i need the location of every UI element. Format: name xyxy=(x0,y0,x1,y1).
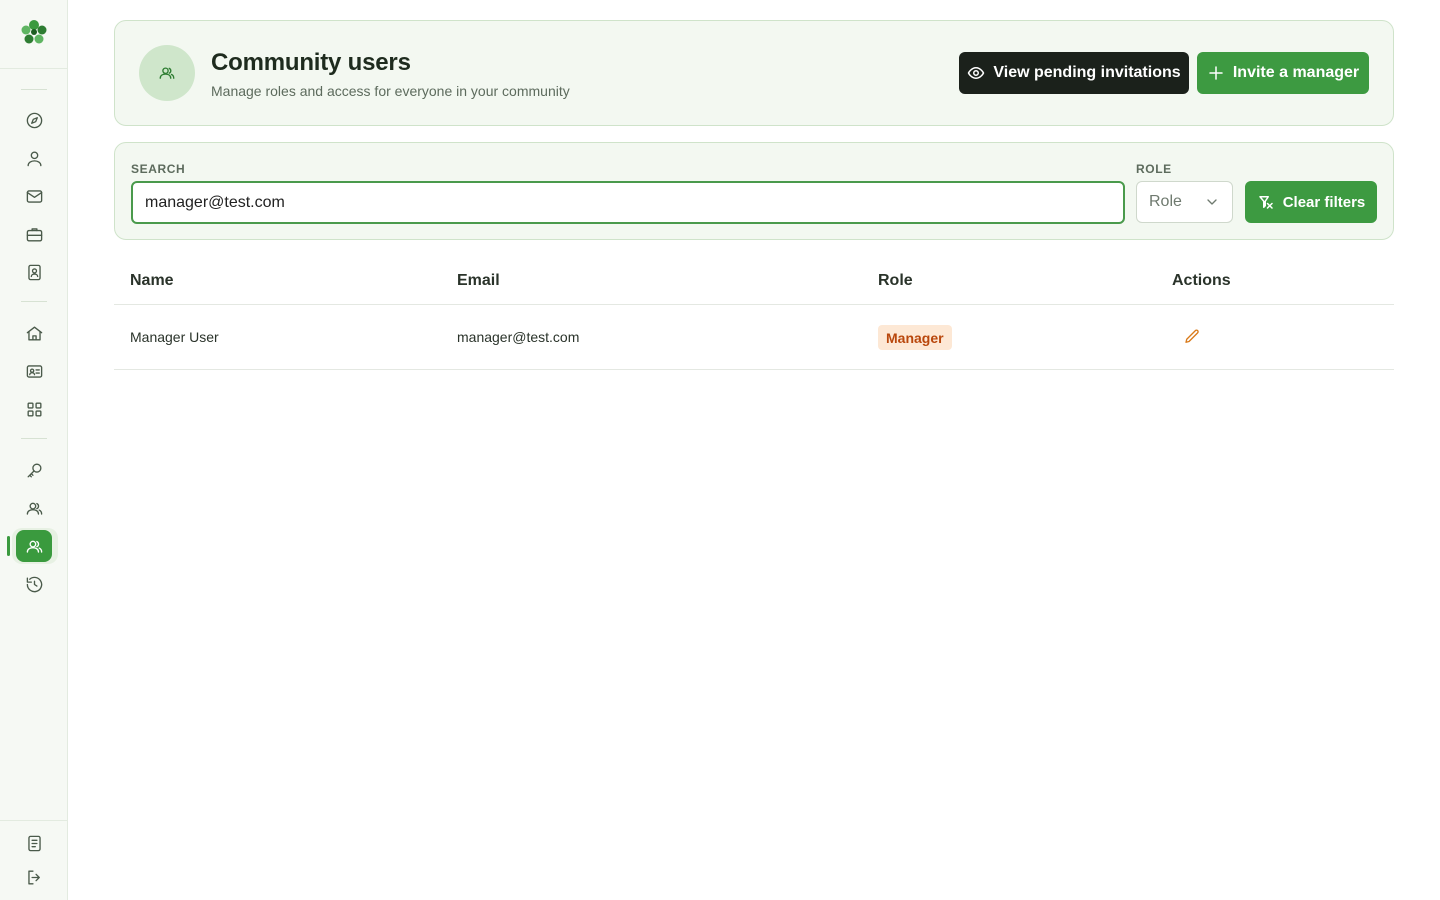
sidebar-divider xyxy=(0,820,67,821)
column-header-actions: Actions xyxy=(1172,272,1231,289)
view-pending-invitations-button[interactable]: View pending invitations xyxy=(959,52,1189,94)
user-email: manager@test.com xyxy=(457,329,580,345)
contacts-icon[interactable] xyxy=(16,256,52,288)
search-input[interactable] xyxy=(131,181,1125,224)
edit-user-button[interactable] xyxy=(1180,325,1204,349)
active-indicator-bar xyxy=(7,536,10,556)
sidebar-divider xyxy=(0,68,67,69)
app-logo[interactable] xyxy=(18,17,50,49)
logout-icon[interactable] xyxy=(16,861,52,893)
users-icon xyxy=(139,45,195,101)
sidebar xyxy=(0,0,68,900)
grid-icon[interactable] xyxy=(16,393,52,425)
page-subtitle: Manage roles and access for everyone in … xyxy=(211,83,570,99)
users-table: Name Email Role Actions Manager User man… xyxy=(114,256,1394,370)
column-header-role[interactable]: Role xyxy=(878,272,913,290)
mail-icon[interactable] xyxy=(16,180,52,212)
filter-off-icon xyxy=(1258,196,1273,209)
invite-manager-label: Invite a manager xyxy=(1232,64,1360,81)
chevron-down-icon xyxy=(1207,199,1217,205)
id-card-icon[interactable] xyxy=(16,355,52,387)
page-title: Community users xyxy=(211,49,411,76)
user-name: Manager User xyxy=(130,329,219,345)
briefcase-icon[interactable] xyxy=(16,218,52,250)
role-select[interactable]: Role xyxy=(1136,181,1233,223)
invite-manager-button[interactable]: Invite a manager xyxy=(1197,52,1369,94)
key-icon[interactable] xyxy=(16,454,52,486)
sidebar-divider xyxy=(21,89,47,90)
table-header-row: Name Email Role Actions xyxy=(114,256,1394,305)
clear-filters-button[interactable]: Clear filters xyxy=(1245,181,1377,223)
history-icon[interactable] xyxy=(16,568,52,600)
plus-icon xyxy=(1209,66,1223,80)
view-pending-invitations-label: View pending invitations xyxy=(993,64,1181,81)
table-row: Manager User manager@test.com Manager xyxy=(114,305,1394,370)
page-header: Community users Manage roles and access … xyxy=(114,20,1394,126)
column-header-name[interactable]: Name xyxy=(130,272,174,290)
user-icon[interactable] xyxy=(16,142,52,174)
eye-icon xyxy=(968,67,985,79)
community-users-icon[interactable] xyxy=(16,530,52,562)
role-select-value: Role xyxy=(1149,193,1182,210)
group-icon[interactable] xyxy=(16,492,52,524)
role-badge: Manager xyxy=(878,325,952,350)
document-icon[interactable] xyxy=(16,827,52,859)
search-label: SEARCH xyxy=(131,162,186,176)
edit-pencil-icon xyxy=(1185,329,1199,343)
filter-panel: SEARCH ROLE Role Clear filters xyxy=(114,142,1394,240)
clear-filters-label: Clear filters xyxy=(1282,193,1366,211)
sidebar-divider xyxy=(21,301,47,302)
column-header-email[interactable]: Email xyxy=(457,272,500,290)
compass-icon[interactable] xyxy=(16,104,52,136)
role-label: ROLE xyxy=(1136,162,1172,176)
sidebar-divider xyxy=(21,438,47,439)
home-icon[interactable] xyxy=(16,317,52,349)
